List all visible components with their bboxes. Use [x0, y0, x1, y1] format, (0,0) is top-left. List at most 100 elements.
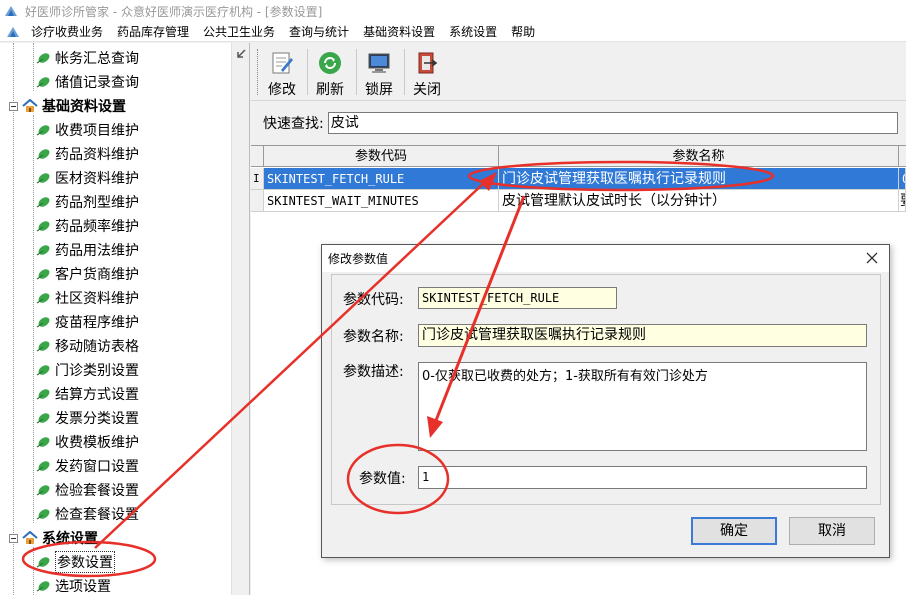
tree-item[interactable]: 医材资料维护	[36, 166, 139, 190]
tree-item[interactable]: 收费模板维护	[36, 430, 139, 454]
tree-item-label: 门诊类别设置	[55, 363, 139, 379]
tree-item[interactable]: 社区资料维护	[36, 286, 139, 310]
leaf-icon	[36, 245, 50, 256]
row-indicator	[251, 190, 264, 212]
tree-item-label: 储值记录查询	[55, 75, 139, 91]
collapse-icon[interactable]	[9, 533, 18, 543]
tree-item[interactable]: 检查套餐设置	[36, 502, 139, 526]
tree-connector	[33, 115, 34, 523]
cell-extra[interactable]: 0	[899, 168, 906, 190]
tree-item[interactable]: 发药窗口设置	[36, 454, 139, 478]
tree-item-label: 选项设置	[55, 579, 111, 595]
menu-help[interactable]: 帮助	[504, 23, 542, 40]
tree-item-label: 参数设置	[55, 551, 115, 573]
tree-item[interactable]: 客户货商维护	[36, 262, 139, 286]
param-value-input[interactable]: 1	[418, 466, 867, 489]
menu-public-health[interactable]: 公共卫生业务	[196, 23, 282, 40]
column-header-extra[interactable]	[899, 146, 906, 167]
lock-screen-label: 锁屏	[365, 82, 393, 98]
grid-header: 参数代码 参数名称	[251, 146, 906, 167]
cell-code[interactable]: SKINTEST_WAIT_MINUTES	[264, 190, 499, 212]
home-icon	[22, 99, 38, 112]
table-row[interactable]: SKINTEST_WAIT_MINUTES 皮试管理默认皮试时长（以分钟计） 要	[251, 190, 906, 212]
cell-extra[interactable]: 要	[899, 190, 906, 212]
leaf-icon	[36, 293, 50, 304]
cell-name[interactable]: 皮试管理默认皮试时长（以分钟计）	[499, 190, 899, 212]
column-header-code[interactable]: 参数代码	[264, 146, 499, 167]
tree-group-system-settings[interactable]: 系统设置	[9, 526, 98, 550]
leaf-icon	[36, 485, 50, 496]
cancel-button[interactable]: 取消	[789, 517, 875, 545]
collapse-panel-arrow-icon[interactable]	[236, 49, 246, 59]
monitor-icon	[368, 53, 390, 73]
tree-group-label: 系统设置	[42, 531, 98, 547]
quick-search-label: 快速查找:	[263, 116, 324, 132]
tree-item[interactable]: 疫苗程序维护	[36, 310, 139, 334]
cell-name[interactable]: 门诊皮试管理获取医嘱执行记录规则	[499, 168, 899, 190]
menu-clinic-billing[interactable]: 诊疗收费业务	[24, 23, 110, 40]
cell-code[interactable]: SKINTEST_FETCH_RULE	[264, 168, 499, 190]
edit-button[interactable]: 修改	[259, 47, 305, 99]
quick-search-bar: 快速查找: 皮试	[251, 110, 906, 136]
leaf-icon	[36, 437, 50, 448]
tree-item-label: 药品用法维护	[55, 243, 139, 259]
tree-item-label: 医材资料维护	[55, 171, 139, 187]
tree-item[interactable]: 帐务汇总查询	[36, 46, 139, 70]
leaf-icon	[36, 197, 50, 208]
tree-item-option-settings[interactable]: 选项设置	[36, 574, 111, 595]
leaf-icon	[36, 149, 50, 160]
tree-item[interactable]: 药品资料维护	[36, 142, 139, 166]
leaf-icon	[36, 341, 50, 352]
table-row[interactable]: I SKINTEST_FETCH_RULE 门诊皮试管理获取医嘱执行记录规则 0	[251, 168, 906, 190]
tree-item[interactable]: 发票分类设置	[36, 406, 139, 430]
tree-group-basic-data[interactable]: 基础资料设置	[9, 94, 126, 118]
quick-search-input[interactable]: 皮试	[327, 112, 898, 134]
param-desc-textarea[interactable]: 0-仅获取已收费的处方；1-获取所有有效门诊处方	[418, 362, 867, 451]
menu-system-settings[interactable]: 系统设置	[442, 23, 504, 40]
close-button[interactable]: 关闭	[404, 47, 450, 99]
tree-item[interactable]: 移动随访表格	[36, 334, 139, 358]
tree-item[interactable]: 药品用法维护	[36, 238, 139, 262]
menu-basic-data[interactable]: 基础资料设置	[356, 23, 442, 40]
tree-item-label: 社区资料维护	[55, 291, 139, 307]
tree-item[interactable]: 检验套餐设置	[36, 478, 139, 502]
tree-item-label: 疫苗程序维护	[55, 315, 139, 331]
param-name-field[interactable]: 门诊皮试管理获取医嘱执行记录规则	[418, 324, 867, 347]
tree-scrollbar[interactable]	[231, 43, 249, 595]
refresh-label: 刷新	[316, 82, 344, 98]
leaf-icon	[36, 365, 50, 376]
tree-item[interactable]: 结算方式设置	[36, 382, 139, 406]
tree-item[interactable]: 收费项目维护	[36, 118, 139, 142]
home-icon	[22, 531, 38, 544]
tree-item[interactable]: 储值记录查询	[36, 70, 139, 94]
refresh-button[interactable]: 刷新	[307, 47, 353, 99]
tree-item-label: 收费模板维护	[55, 435, 139, 451]
tree-item-label: 收费项目维护	[55, 123, 139, 139]
grid-corner	[251, 146, 264, 167]
leaf-icon	[36, 173, 50, 184]
window-title: 好医师诊所管家 - 众意好医师演示医疗机构 - [参数设置]	[25, 4, 323, 19]
tree-group-label: 基础资料设置	[42, 99, 126, 115]
dialog-title: 修改参数值	[328, 252, 389, 266]
param-code-field[interactable]: SKINTEST_FETCH_RULE	[418, 287, 617, 309]
tree-item[interactable]: 药品剂型维护	[36, 190, 139, 214]
tree-item-label: 帐务汇总查询	[55, 51, 139, 67]
menu-drug-inventory[interactable]: 药品库存管理	[110, 23, 196, 40]
ok-button[interactable]: 确定	[691, 517, 777, 545]
dialog-title-bar[interactable]: 修改参数值	[322, 245, 889, 272]
title-bar: 好医师诊所管家 - 众意好医师演示医疗机构 - [参数设置]	[0, 0, 906, 22]
app-menu-icon[interactable]	[5, 24, 21, 40]
collapse-icon[interactable]	[9, 101, 18, 111]
tree-connector	[13, 43, 14, 595]
menu-query-stats[interactable]: 查询与统计	[282, 23, 356, 40]
edit-icon	[272, 52, 293, 74]
close-icon[interactable]	[861, 247, 883, 269]
leaf-icon	[36, 53, 50, 64]
tree-item[interactable]: 门诊类别设置	[36, 358, 139, 382]
lock-screen-button[interactable]: 锁屏	[356, 47, 402, 99]
column-header-name[interactable]: 参数名称	[499, 146, 899, 167]
tree-item-label: 药品频率维护	[55, 219, 139, 235]
tree-item-param-settings[interactable]: 参数设置	[36, 550, 115, 574]
param-desc-label: 参数描述:	[343, 364, 404, 380]
tree-item[interactable]: 药品频率维护	[36, 214, 139, 238]
